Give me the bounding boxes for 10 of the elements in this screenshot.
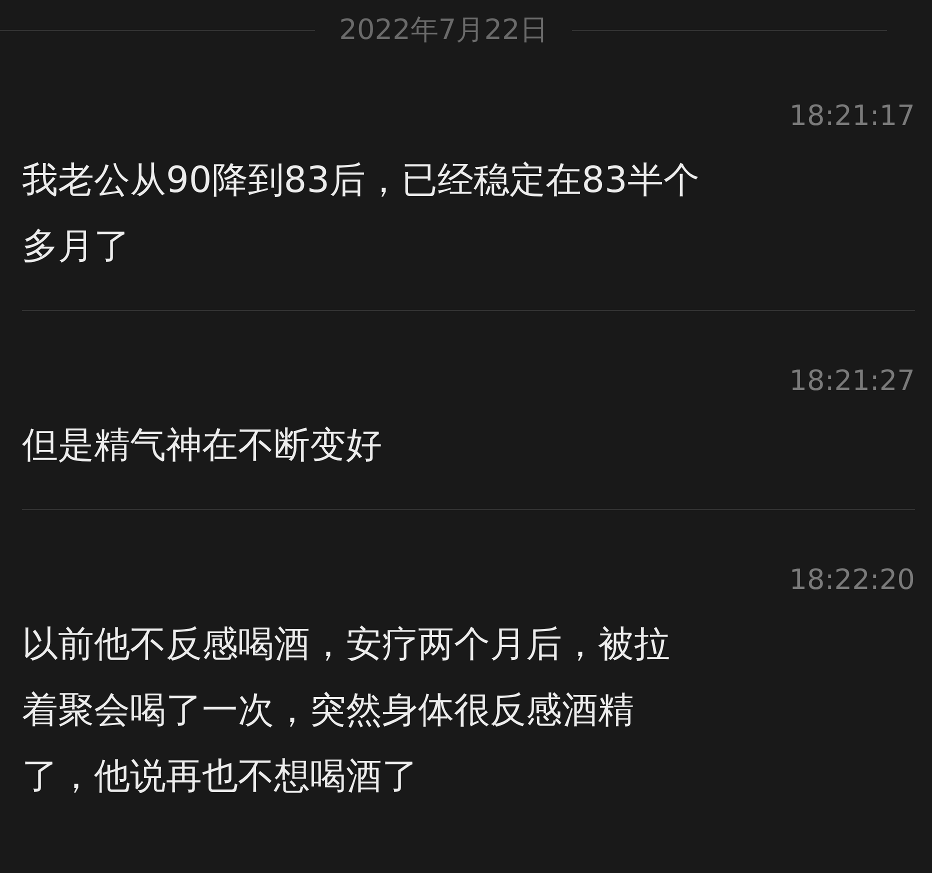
date-separator: 2022年7月22日 bbox=[339, 12, 548, 48]
message-time: 18:21:17 bbox=[788, 98, 915, 134]
message-text: 以前他不反感喝酒，安疗两个月后，被拉 bbox=[22, 623, 670, 667]
message-text: 了，他说再也不想喝酒了 bbox=[22, 755, 418, 799]
message-text: 但是精气神在不断变好 bbox=[22, 424, 382, 468]
message-text: 我老公从90降到83后，已经稳定在83半个 bbox=[22, 159, 700, 203]
message-time: 18:21:27 bbox=[788, 363, 915, 399]
message-text: 多月了 bbox=[22, 225, 130, 269]
message-text: 着聚会喝了一次，突然身体很反感酒精 bbox=[22, 689, 634, 733]
message-time: 18:22:20 bbox=[788, 562, 915, 598]
